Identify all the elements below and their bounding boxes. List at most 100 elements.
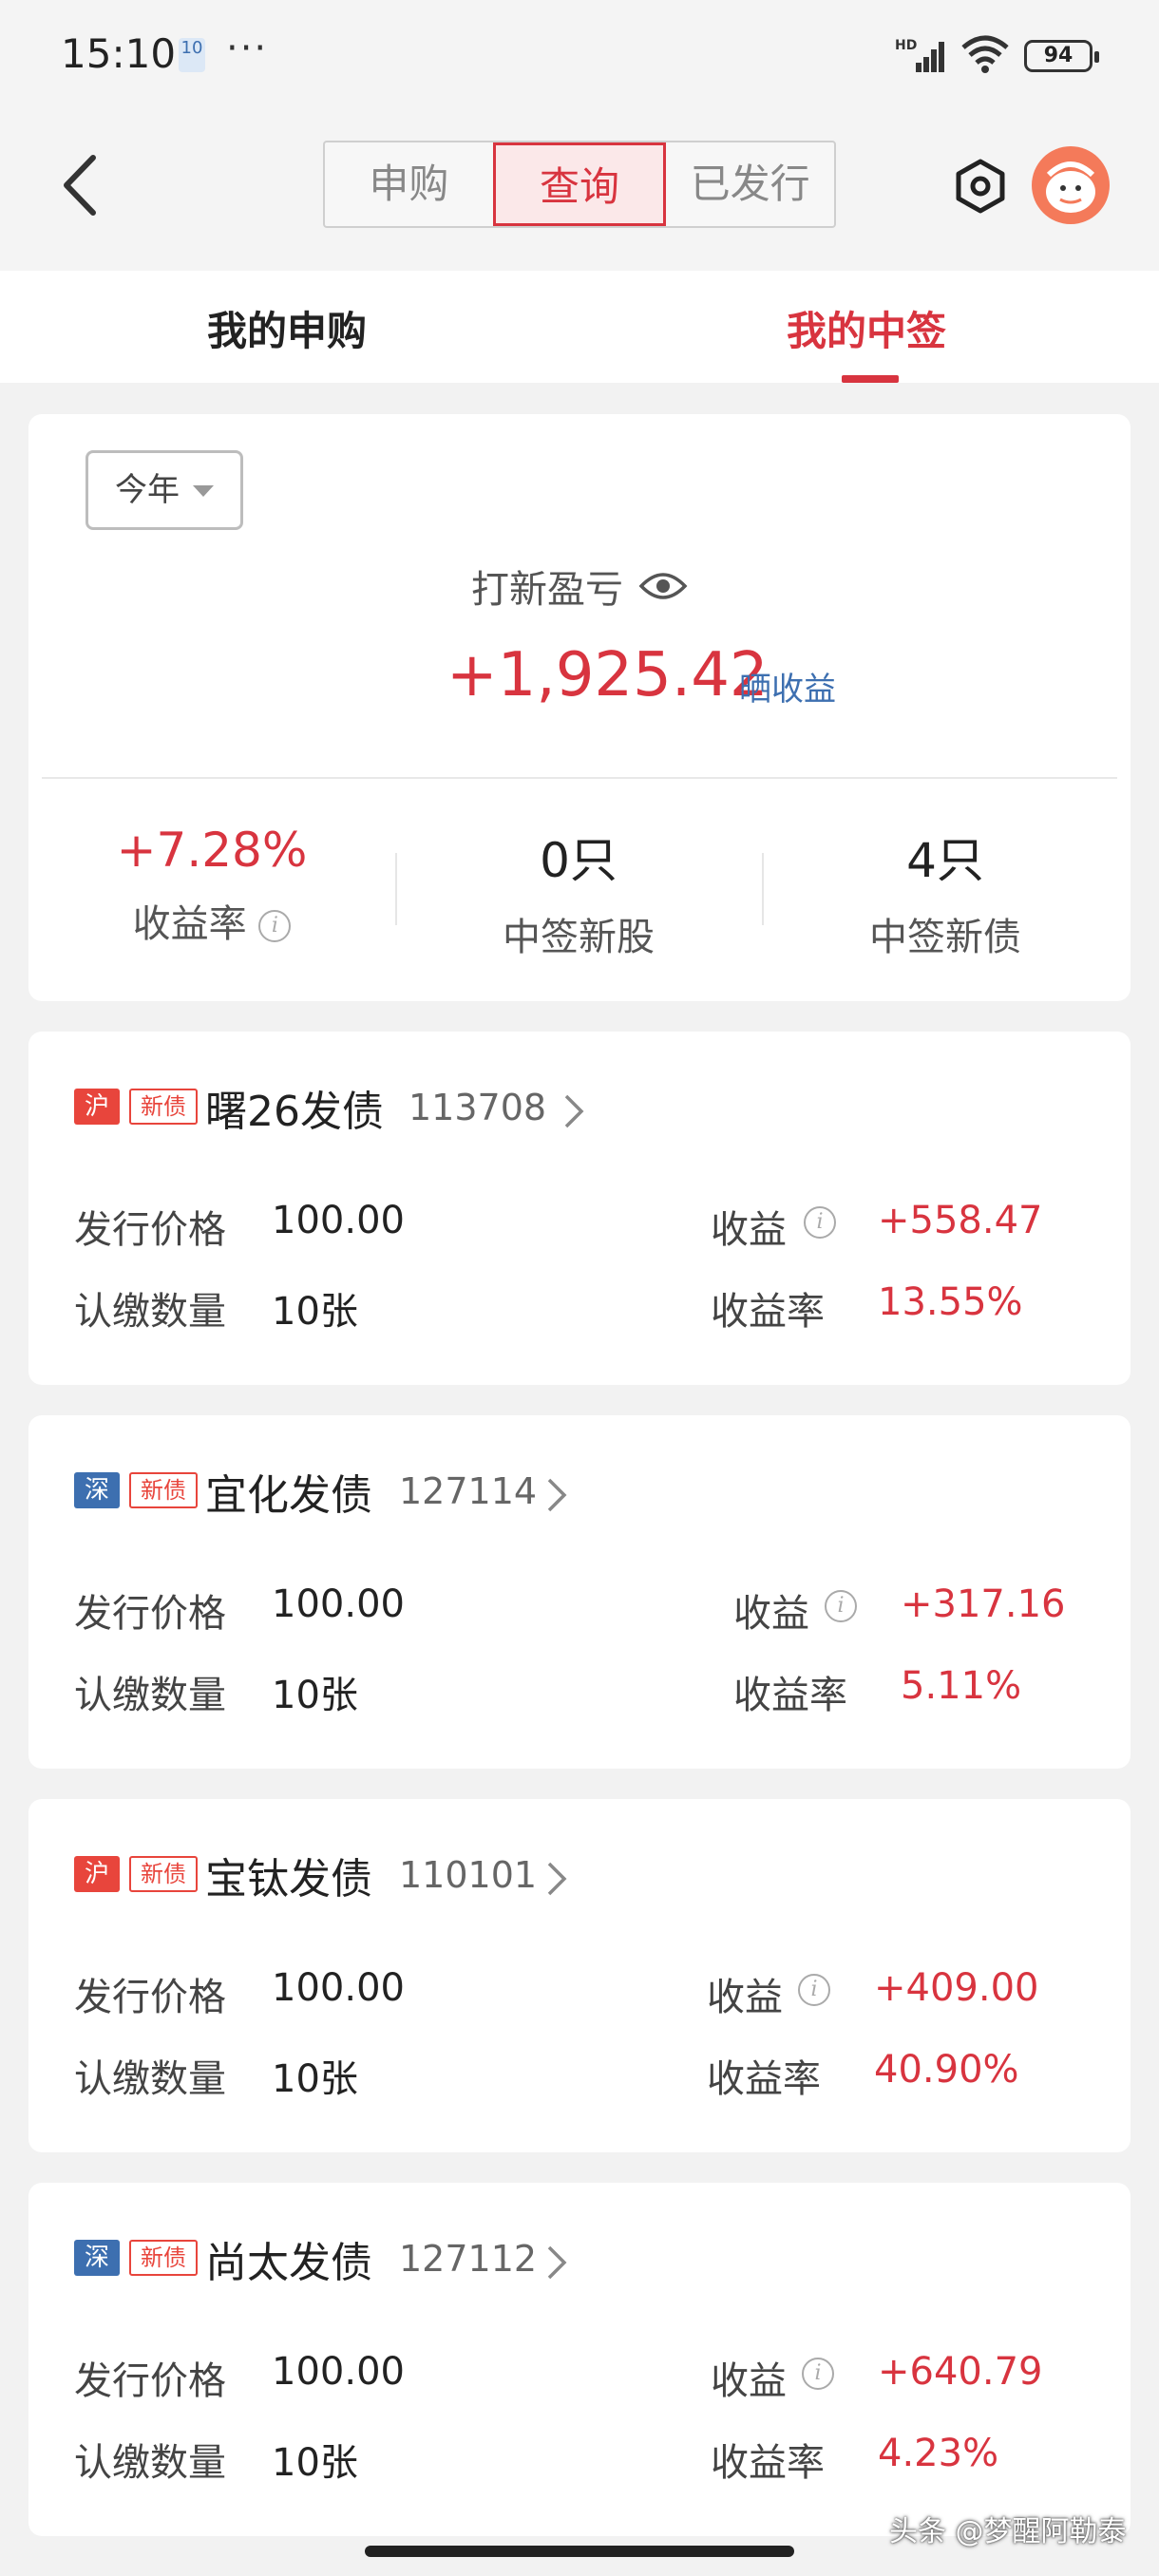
qty-value: 10张 [272, 2441, 358, 2485]
exchange-badge: 沪 [74, 1856, 120, 1892]
profit-label: 收益 [711, 1208, 787, 1252]
bond-code: 127114 [399, 1470, 538, 1512]
bond-code: 113708 [408, 1087, 547, 1128]
rate-value: 5.11% [901, 1664, 1022, 1708]
stat-label: 中签新债 [869, 916, 1021, 959]
price-value: 100.00 [272, 1966, 405, 2010]
profit-value: +317.16 [901, 1582, 1066, 1626]
sub-tabs: 我的申购 我的中签 [0, 271, 1159, 383]
nav-bar: 申购 查询 已发行 [0, 114, 1159, 271]
bond-card[interactable]: 沪 新债 宝钛发债 110101 发行价格 100.00 认缴数量 10张 收益… [28, 1799, 1130, 2152]
rate-label: 收益率 [733, 1674, 847, 1717]
divider [42, 777, 1117, 779]
price-value: 100.00 [272, 1199, 405, 1242]
signal-icon: HD [895, 38, 944, 72]
eye-icon[interactable] [638, 569, 688, 603]
bond-name: 宝钛发债 [205, 1855, 372, 1904]
rate-value: 13.55% [878, 1280, 1023, 1324]
stat-value: +7.28% [116, 823, 308, 878]
profit-summary-card: 今年 打新盈亏 +1,925.42 晒收益 +7.28% 收益率 i 0只 中签… [28, 414, 1130, 1001]
avatar-face-icon [1046, 161, 1095, 213]
bond-name: 宜化发债 [205, 1471, 372, 1520]
info-icon[interactable]: i [798, 1974, 830, 2006]
home-indicator[interactable] [365, 2546, 794, 2557]
period-label: 今年 [115, 471, 180, 509]
qty-label: 认缴数量 [74, 2057, 226, 2101]
bond-card[interactable]: 深 新债 尚太发债 127112 发行价格 100.00 认缴数量 10张 收益… [28, 2183, 1130, 2536]
stat-won-stocks: 0只 中签新股 [395, 823, 762, 961]
chevron-right-icon[interactable] [542, 1860, 570, 1898]
price-label: 发行价格 [74, 1208, 226, 1252]
info-icon[interactable]: i [802, 2358, 834, 2390]
rate-label: 收益率 [711, 2441, 825, 2485]
profit-label: 收益 [711, 2359, 787, 2403]
new-bond-tag: 新债 [129, 1856, 198, 1892]
avatar[interactable] [1032, 146, 1110, 224]
caret-down-icon [193, 485, 214, 497]
stat-won-bonds: 4只 中签新债 [762, 823, 1129, 961]
price-label: 发行价格 [74, 2359, 226, 2403]
qty-value: 10张 [272, 1674, 358, 1717]
bond-code: 110101 [399, 1854, 538, 1896]
qty-label: 认缴数量 [74, 1290, 226, 1334]
price-label: 发行价格 [74, 1976, 226, 2019]
info-icon[interactable]: i [825, 1590, 857, 1622]
profit-value: +409.00 [874, 1966, 1039, 2010]
pl-value: +1,925.42 [446, 640, 769, 710]
bond-name: 曙26发债 [205, 1088, 384, 1136]
price-value: 100.00 [272, 2350, 405, 2394]
stat-label: 中签新股 [503, 916, 655, 959]
bond-name: 尚太发债 [205, 2239, 372, 2287]
network-type-label: HD [895, 38, 917, 53]
new-bond-tag: 新债 [129, 1089, 198, 1125]
profit-label: 收益 [733, 1592, 809, 1636]
tab-my-winnings[interactable]: 我的中签 [787, 299, 946, 357]
price-value: 100.00 [272, 1582, 405, 1626]
new-bond-tag: 新债 [129, 1472, 198, 1508]
segment-subscribe[interactable]: 申购 [325, 142, 493, 226]
chevron-right-icon[interactable] [559, 1092, 587, 1130]
bond-card[interactable]: 沪 新债 曙26发债 113708 发行价格 100.00 认缴数量 10张 收… [28, 1032, 1130, 1385]
price-label: 发行价格 [74, 1592, 226, 1636]
tab-my-subscriptions[interactable]: 我的申购 [207, 299, 367, 357]
rate-value: 4.23% [878, 2432, 999, 2475]
period-dropdown[interactable]: 今年 [86, 450, 243, 530]
pl-title-row: 打新盈亏 [28, 559, 1130, 614]
watermark: 头条 @梦醒阿勒泰 [889, 2515, 1127, 2548]
qty-value: 10张 [272, 2057, 358, 2101]
segment-query[interactable]: 查询 [492, 142, 667, 226]
chevron-right-icon[interactable] [542, 2244, 570, 2282]
exchange-badge: 深 [74, 1472, 120, 1508]
settings-hexagon-icon[interactable] [950, 156, 1011, 217]
chevron-right-icon[interactable] [542, 1476, 570, 1514]
battery-indicator: 94 [1024, 40, 1099, 72]
active-tab-indicator [842, 375, 899, 383]
rate-label: 收益率 [711, 1290, 825, 1334]
info-icon[interactable]: i [258, 910, 292, 942]
rate-label: 收益率 [707, 2057, 821, 2101]
segmented-control: 申购 查询 已发行 [323, 141, 836, 228]
profit-value: +558.47 [878, 1199, 1043, 1242]
qty-label: 认缴数量 [74, 2441, 226, 2485]
rate-value: 40.90% [874, 2048, 1019, 2092]
stat-value: 0只 [540, 833, 618, 888]
segment-issued[interactable]: 已发行 [666, 142, 834, 226]
new-bond-tag: 新债 [129, 2240, 198, 2276]
share-profit-link[interactable]: 晒收益 [739, 663, 836, 710]
bond-code: 127112 [399, 2238, 538, 2280]
status-bar: 15:10 10 ··· HD 94 [0, 0, 1159, 114]
info-icon[interactable]: i [804, 1206, 836, 1239]
profit-value: +640.79 [878, 2350, 1043, 2394]
more-notifications-icon: ··· [226, 27, 269, 70]
stat-label: 收益率 [132, 902, 247, 946]
back-arrow-icon[interactable] [57, 152, 104, 218]
status-time: 15:10 [61, 30, 177, 77]
stat-return-rate: +7.28% 收益率 i [28, 823, 395, 948]
exchange-badge: 沪 [74, 1089, 120, 1125]
qty-label: 认缴数量 [74, 1674, 226, 1717]
exchange-badge: 深 [74, 2240, 120, 2276]
notification-icon: 10 [179, 38, 205, 72]
bond-card[interactable]: 深 新债 宜化发债 127114 发行价格 100.00 认缴数量 10张 收益… [28, 1415, 1130, 1769]
qty-value: 10张 [272, 1290, 358, 1334]
pl-title: 打新盈亏 [471, 568, 623, 612]
